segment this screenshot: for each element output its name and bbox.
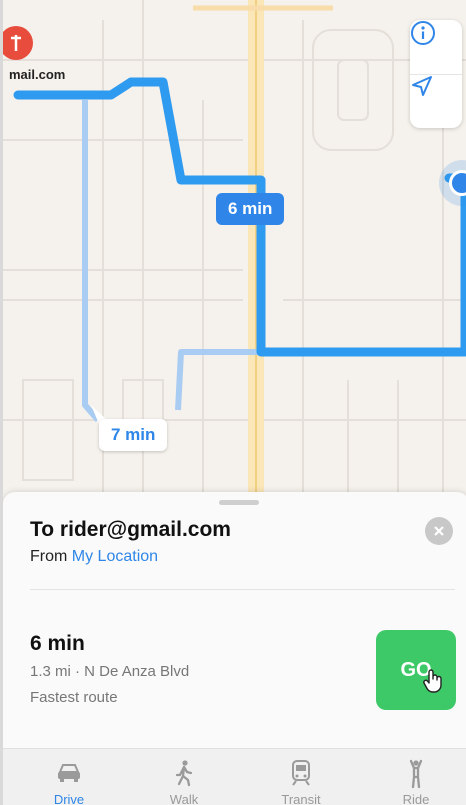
- tab-label: Drive: [53, 792, 85, 805]
- primary-route-time-tag[interactable]: 6 min: [216, 193, 285, 225]
- walk-icon: [175, 760, 193, 787]
- route-description: Fastest route: [30, 689, 118, 706]
- destination-title: To rider@gmail.com: [30, 518, 231, 541]
- from-prefix: From: [30, 548, 68, 565]
- close-button[interactable]: [425, 517, 453, 545]
- map-roads: [3, 0, 466, 500]
- tab-label: Walk: [169, 792, 199, 805]
- route-time: 6 min: [30, 632, 85, 655]
- alternate-route-time-tag[interactable]: 7 min: [99, 419, 168, 451]
- pin-label: mail.com: [9, 67, 66, 82]
- tab-transit[interactable]: Transit: [261, 749, 341, 805]
- transport-mode-tabbar: Drive Walk Transit Ride: [3, 748, 466, 805]
- close-icon: [434, 526, 444, 536]
- tab-walk[interactable]: Walk: [144, 749, 224, 805]
- tab-ride[interactable]: Ride: [376, 749, 456, 805]
- tab-label: Ride: [402, 792, 430, 805]
- sheet-divider: [30, 589, 455, 590]
- maps-screen: mail.com 6 min 7 min To rider@gmail.com: [0, 0, 466, 805]
- from-location-link[interactable]: My Location: [72, 548, 158, 565]
- info-icon[interactable]: [410, 20, 462, 74]
- route-detail: 1.3 mi · N De Anza Blvd: [30, 663, 190, 680]
- sheet-grabber[interactable]: [219, 500, 259, 505]
- tab-label: Transit: [281, 792, 321, 805]
- car-icon: [58, 764, 80, 782]
- map-view[interactable]: mail.com 6 min 7 min: [3, 0, 466, 500]
- tab-drive[interactable]: Drive: [29, 749, 109, 805]
- train-icon: [292, 760, 310, 786]
- map-controls: [410, 20, 462, 128]
- ride-icon: [409, 759, 423, 789]
- from-line: From My Location: [30, 548, 158, 566]
- hand-cursor-icon: [423, 669, 442, 693]
- location-arrow-icon[interactable]: [410, 74, 462, 128]
- destination-pin[interactable]: [3, 26, 33, 60]
